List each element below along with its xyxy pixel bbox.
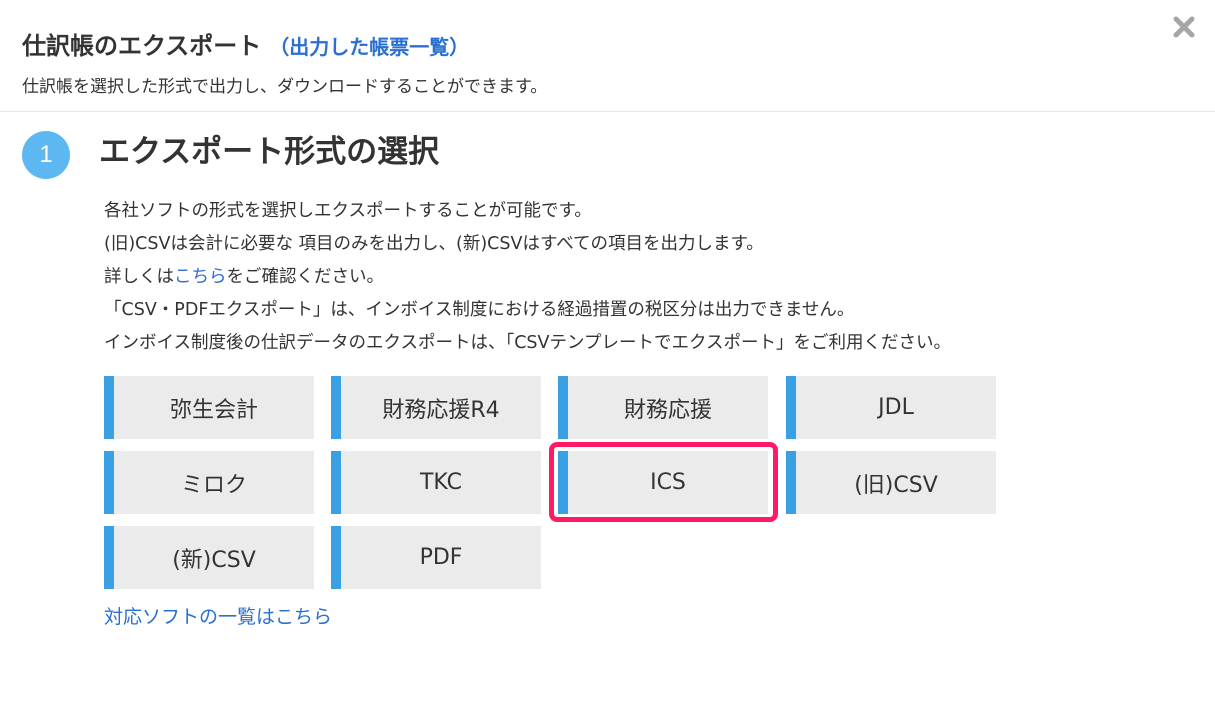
format-button-zaimu-ouen-r4[interactable]: 財務応援R4 <box>331 376 541 439</box>
step-number-badge: 1 <box>22 131 70 179</box>
description-line: (旧)CSVは会計に必要な 項目のみを出力し、(新)CSVはすべての項目を出力し… <box>104 234 764 254</box>
step-title: エクスポート形式の選択 <box>99 134 440 170</box>
format-button-jdl[interactable]: JDL <box>786 376 996 439</box>
format-button-yayoi[interactable]: 弥生会計 <box>104 376 314 439</box>
format-button-pdf[interactable]: PDF <box>331 526 541 589</box>
exported-reports-link[interactable]: （出力した帳票一覧） <box>269 35 469 59</box>
format-button-old-csv[interactable]: (旧)CSV <box>786 451 996 514</box>
format-button-new-csv[interactable]: (新)CSV <box>104 526 314 589</box>
export-modal: 仕訳帳のエクスポート （出力した帳票一覧） 仕訳帳を選択した形式で出力し、ダウンロ… <box>0 0 1215 706</box>
page-title: 仕訳帳のエクスポート （出力した帳票一覧） <box>22 26 469 61</box>
supported-software-link[interactable]: 対応ソフトの一覧はこちら <box>104 602 332 629</box>
description-line: 「CSV・PDFエクスポート」は、インボイス制度における経過措置の税区分は出力で… <box>104 300 855 320</box>
format-button-miroku[interactable]: ミロク <box>104 451 314 514</box>
modal-header: 仕訳帳のエクスポート （出力した帳票一覧） 仕訳帳を選択した形式で出力し、ダウンロ… <box>0 0 1215 112</box>
details-link[interactable]: こちら <box>174 267 227 287</box>
description-line: インボイス制度後の仕訳データのエクスポートは、「CSVテンプレートでエクスポート… <box>104 333 951 353</box>
format-button-tkc[interactable]: TKC <box>331 451 541 514</box>
format-button-ics[interactable]: ICS <box>558 451 768 514</box>
title-text: 仕訳帳のエクスポート <box>22 32 262 60</box>
description-text: 詳しくは <box>104 267 174 287</box>
format-button-zaimu-ouen[interactable]: 財務応援 <box>558 376 768 439</box>
description-line: 各社ソフトの形式を選択しエクスポートすることが可能です。 <box>104 201 592 221</box>
description-text: をご確認ください。 <box>226 267 385 287</box>
description: 各社ソフトの形式を選択しエクスポートすることが可能です。 (旧)CSVは会計に必… <box>104 195 951 360</box>
page-subtitle: 仕訳帳を選択した形式で出力し、ダウンロードすることができます。 <box>22 77 548 97</box>
description-line: 詳しくはこちらをご確認ください。 <box>104 261 951 294</box>
close-icon[interactable] <box>1171 14 1197 40</box>
